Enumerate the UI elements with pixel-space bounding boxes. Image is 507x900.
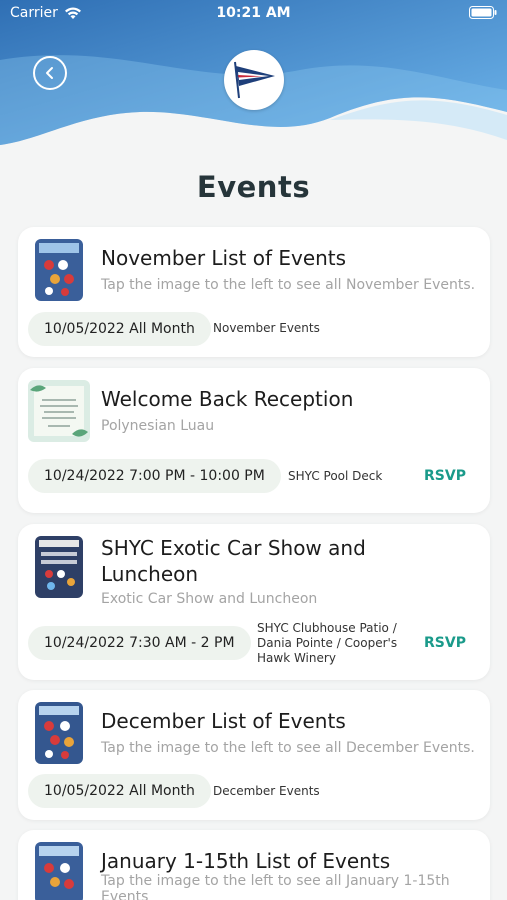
back-button[interactable]: [33, 56, 67, 90]
rsvp-button[interactable]: RSVP: [424, 468, 466, 484]
event-card[interactable]: SHYC Exotic Car Show and Luncheon Exotic…: [18, 524, 490, 680]
event-flyer-thumbnail[interactable]: [35, 702, 83, 764]
event-title: Welcome Back Reception: [101, 387, 354, 411]
rsvp-button[interactable]: RSVP: [424, 635, 466, 651]
event-flyer-thumbnail[interactable]: [28, 380, 90, 442]
battery-icon: [469, 6, 497, 23]
event-date: 10/05/2022 All Month: [28, 774, 211, 808]
event-flyer-thumbnail[interactable]: [35, 239, 83, 301]
burgee-flag-icon: [234, 61, 275, 99]
event-title: January 1-15th List of Events: [101, 849, 391, 873]
event-date: 10/05/2022 All Month: [28, 312, 211, 346]
event-location: SHYC Clubhouse Patio / Dania Pointe / Co…: [257, 621, 417, 666]
event-title: December List of Events: [101, 709, 346, 733]
event-card[interactable]: Welcome Back Reception Polynesian Luau 1…: [18, 368, 490, 513]
event-location-line: Dania Pointe / Cooper's: [257, 636, 398, 650]
event-card[interactable]: November List of Events Tap the image to…: [18, 227, 490, 357]
event-subtitle-line: Tap the image to the left to see all Jan…: [101, 873, 450, 889]
event-location: November Events: [213, 321, 320, 335]
event-location-line: SHYC Clubhouse Patio /: [257, 621, 397, 635]
event-location: December Events: [213, 784, 320, 798]
event-card[interactable]: January 1-15th List of Events Tap the im…: [18, 830, 490, 900]
event-card[interactable]: December List of Events Tap the image to…: [18, 690, 490, 820]
event-subtitle: Tap the image to the left to see all Jan…: [101, 873, 482, 900]
event-subtitle: Exotic Car Show and Luncheon: [101, 591, 318, 607]
header-banner: Carrier 10:21 AM: [0, 0, 507, 160]
chevron-left-icon: [46, 67, 53, 79]
event-title-line: SHYC Exotic Car Show and: [101, 536, 366, 560]
event-subtitle: Tap the image to the left to see all Nov…: [101, 277, 476, 293]
event-flyer-thumbnail[interactable]: [35, 842, 83, 900]
status-bar: Carrier 10:21 AM: [0, 0, 507, 28]
club-logo: [224, 50, 284, 110]
status-time: 10:21 AM: [216, 5, 291, 21]
event-location-line: Hawk Winery: [257, 651, 336, 665]
event-title: SHYC Exotic Car Show and Luncheon: [101, 535, 480, 587]
event-title: November List of Events: [101, 246, 347, 270]
event-date: 10/24/2022 7:30 AM - 2 PM: [28, 626, 251, 660]
event-date: 10/24/2022 7:00 PM - 10:00 PM: [28, 459, 281, 493]
event-subtitle: Polynesian Luau: [101, 418, 215, 434]
event-title-line: Luncheon: [101, 562, 199, 586]
event-flyer-thumbnail[interactable]: [35, 536, 83, 598]
event-location: SHYC Pool Deck: [288, 469, 383, 483]
event-subtitle-line: Events: [101, 889, 149, 900]
event-subtitle: Tap the image to the left to see all Dec…: [101, 740, 475, 756]
page-title: Events: [196, 170, 311, 204]
